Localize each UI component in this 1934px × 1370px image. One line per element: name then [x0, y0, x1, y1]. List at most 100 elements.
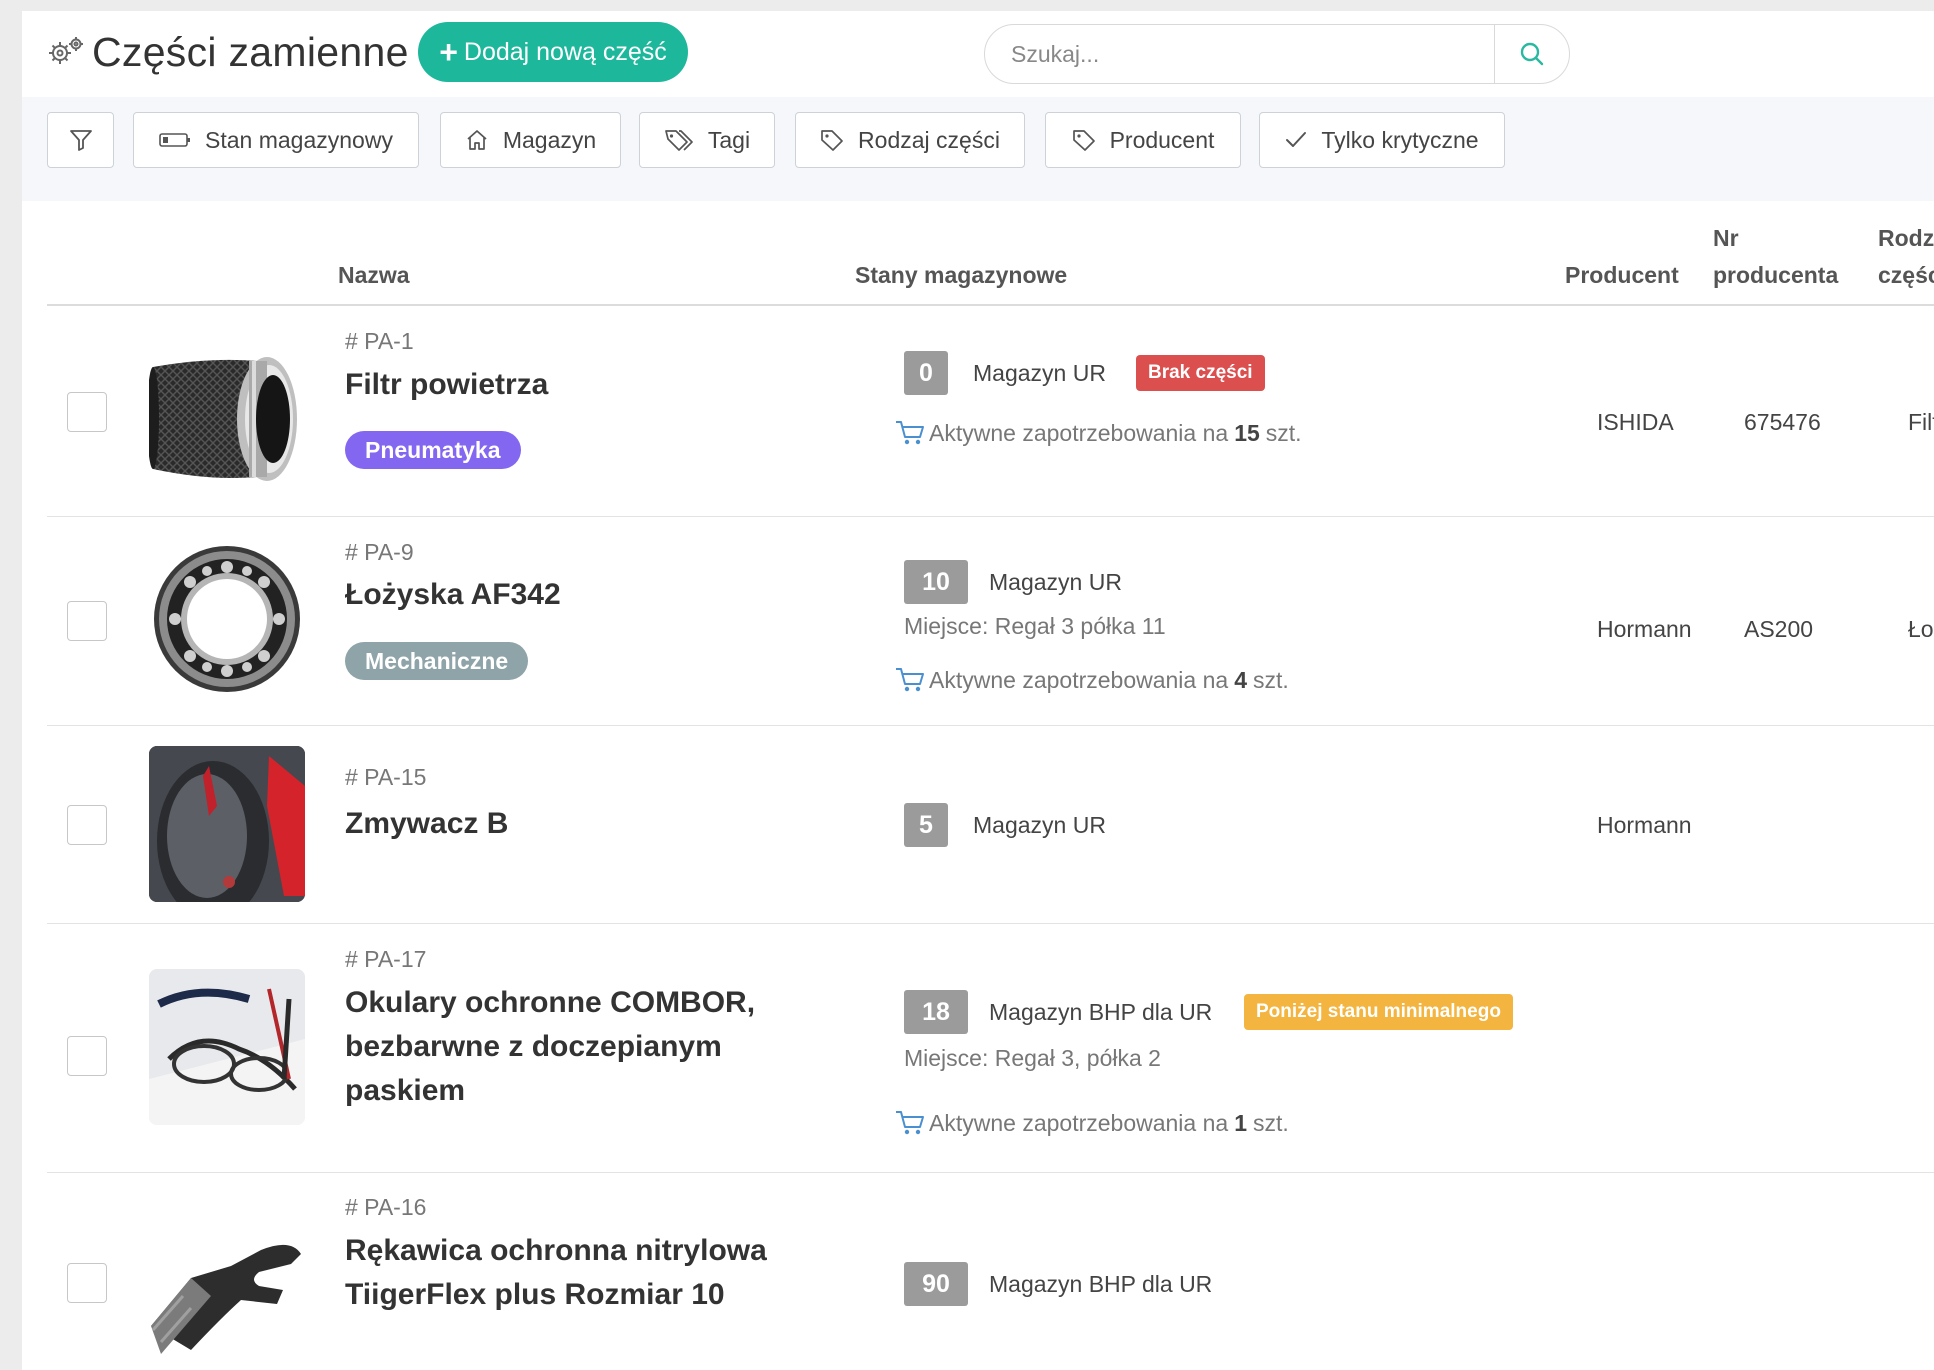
warehouse-name: Magazyn UR [989, 569, 1122, 595]
safety-glasses-image [149, 969, 305, 1125]
filter-warehouse-button[interactable]: Magazyn [440, 112, 621, 168]
row-checkbox[interactable] [67, 805, 107, 845]
producer-cell: Hormann [1597, 616, 1692, 642]
part-id: # PA-9 [345, 539, 414, 565]
column-header-type-line1[interactable]: Rodzaj [1878, 219, 1934, 257]
filter-part-type-button[interactable]: Rodzaj części [795, 112, 1025, 168]
search-box [984, 24, 1570, 84]
demand-prefix: Aktywne zapotrzebowania na [929, 666, 1229, 693]
page-title: Części zamienne [92, 29, 409, 75]
stock-qty-badge: 18 [904, 990, 968, 1034]
warehouse-name: Magazyn BHP dla UR [989, 1271, 1213, 1297]
row-checkbox[interactable] [67, 1263, 107, 1303]
warehouse-name: Magazyn UR [973, 360, 1106, 386]
cart-icon [896, 1111, 924, 1135]
part-id: # PA-1 [345, 328, 414, 354]
column-header-name[interactable]: Nazwa [338, 256, 410, 294]
part-name-link[interactable]: Filtr powietrza [345, 363, 775, 407]
column-header-producer[interactable]: Producent [1565, 256, 1679, 294]
part-thumbnail-glove[interactable] [149, 1206, 305, 1362]
filter-bar: Stan magazynowy Magazyn Tagi Rodzaj częś… [22, 97, 1934, 201]
cart-icon [896, 668, 924, 692]
producer-cell: ISHIDA [1597, 409, 1674, 435]
demand-qty: 1 [1234, 1109, 1247, 1136]
parts-panel: Części zamienne + Dodaj nową część Szuka… [22, 11, 1934, 1370]
tag-icon [821, 130, 843, 151]
demand-qty: 4 [1234, 666, 1247, 693]
part-thumbnail-cleaner[interactable] [149, 746, 305, 902]
storage-location: Miejsce: Regał 3, półka 2 [904, 1045, 1161, 1071]
gears-icon [49, 36, 83, 64]
row-checkbox[interactable] [67, 1036, 107, 1076]
part-id: # PA-15 [345, 764, 427, 790]
filter-producer-button[interactable]: Producent [1045, 112, 1241, 168]
stock-qty-badge: 10 [904, 560, 968, 604]
tags-icon [665, 130, 693, 151]
add-part-button[interactable]: + Dodaj nową część [418, 22, 688, 82]
stock-qty-badge: 5 [904, 803, 948, 847]
home-icon [467, 130, 487, 150]
plus-icon: + [439, 34, 458, 70]
filter-part-type-label: Rodzaj części [858, 126, 1000, 153]
filter-tags-button[interactable]: Tagi [639, 112, 775, 168]
part-id: # PA-17 [345, 946, 427, 972]
filter-toggle-button[interactable] [47, 112, 114, 168]
tag-icon [1072, 130, 1095, 151]
category-tag: Mechaniczne [345, 642, 529, 680]
top-bar: Części zamienne + Dodaj nową część [22, 11, 1934, 97]
column-header-producer-no-line2[interactable]: producenta [1713, 256, 1838, 294]
column-header-stock[interactable]: Stany magazynowe [855, 256, 1067, 294]
filter-critical-only-label: Tylko krytyczne [1321, 126, 1479, 153]
part-thumbnail-bearing[interactable] [149, 541, 305, 697]
part-thumbnail-air-filter[interactable] [149, 339, 305, 495]
row-checkbox[interactable] [67, 392, 107, 432]
air-filter-image [149, 339, 305, 495]
status-badge-below-minimum: Poniżej stanu minimalnego [1244, 994, 1513, 1030]
filter-stock-label: Stan magazynowy [205, 126, 393, 153]
table-row[interactable]: # PA-16 Rękawica ochronna nitrylowa Tiig… [47, 1173, 1934, 1370]
filter-critical-only-button[interactable]: Tylko krytyczne [1259, 112, 1505, 168]
table-row[interactable]: # PA-9 Łożyska AF342 Mechaniczne 10 Maga… [47, 517, 1934, 726]
filter-stock-button[interactable]: Stan magazynowy [133, 112, 419, 168]
active-demand-link[interactable]: Aktywne zapotrzebowania na 1 szt. [895, 1109, 1289, 1137]
row-checkbox[interactable] [67, 601, 107, 641]
active-demand-link[interactable]: Aktywne zapotrzebowania na 4 szt. [895, 666, 1289, 694]
glove-image [149, 1206, 305, 1362]
cart-icon [896, 421, 924, 445]
page-title-wrap: Części zamienne [46, 29, 409, 76]
add-part-label: Dodaj nową część [463, 37, 667, 66]
search-button[interactable] [1494, 25, 1569, 83]
demand-suffix: szt. [1252, 666, 1289, 693]
bearing-image [149, 541, 305, 697]
demand-prefix: Aktywne zapotrzebowania na [929, 1109, 1229, 1136]
stock-qty-badge: 90 [904, 1262, 968, 1306]
part-name-link[interactable]: Okulary ochronne COMBOR, bezbarwne z doc… [345, 981, 775, 1113]
producer-cell: Hormann [1597, 812, 1692, 838]
cleaner-image [149, 746, 305, 902]
search-icon [1520, 42, 1544, 66]
part-type-cell: Filtr [1908, 409, 1934, 435]
part-thumbnail-safety-glasses[interactable] [149, 969, 305, 1125]
storage-location: Miejsce: Regał 3 półka 11 [904, 613, 1166, 639]
table-row[interactable]: # PA-1 Filtr powietrza Pneumatyka 0 Maga… [47, 306, 1934, 517]
demand-suffix: szt. [1252, 1109, 1289, 1136]
table-row[interactable]: # PA-15 Zmywacz B 5 Magazyn UR Hormann [47, 726, 1934, 924]
demand-suffix: szt. [1265, 419, 1302, 446]
filter-warehouse-label: Magazyn [502, 126, 597, 153]
stock-qty-badge: 0 [904, 351, 948, 395]
part-name-link[interactable]: Zmywacz B [345, 802, 775, 846]
category-tag: Pneumatyka [345, 431, 521, 469]
search-input[interactable] [985, 25, 1494, 83]
producer-number-cell: AS200 [1744, 616, 1814, 642]
battery-icon [159, 133, 191, 147]
check-icon [1286, 132, 1307, 147]
part-name-link[interactable]: Rękawica ochronna nitrylowa TiigerFlex p… [345, 1229, 775, 1317]
part-name-link[interactable]: Łożyska AF342 [345, 573, 775, 617]
active-demand-link[interactable]: Aktywne zapotrzebowania na 15 szt. [895, 419, 1302, 447]
column-header-type-line2[interactable]: części [1878, 256, 1934, 294]
status-badge-out-of-stock: Brak części [1136, 355, 1265, 391]
table-row[interactable]: # PA-17 Okulary ochronne COMBOR, bezbarw… [47, 924, 1934, 1173]
filter-producer-label: Producent [1109, 126, 1215, 153]
column-header-producer-no-line1[interactable]: Nr [1713, 219, 1739, 257]
demand-qty: 15 [1234, 419, 1260, 446]
